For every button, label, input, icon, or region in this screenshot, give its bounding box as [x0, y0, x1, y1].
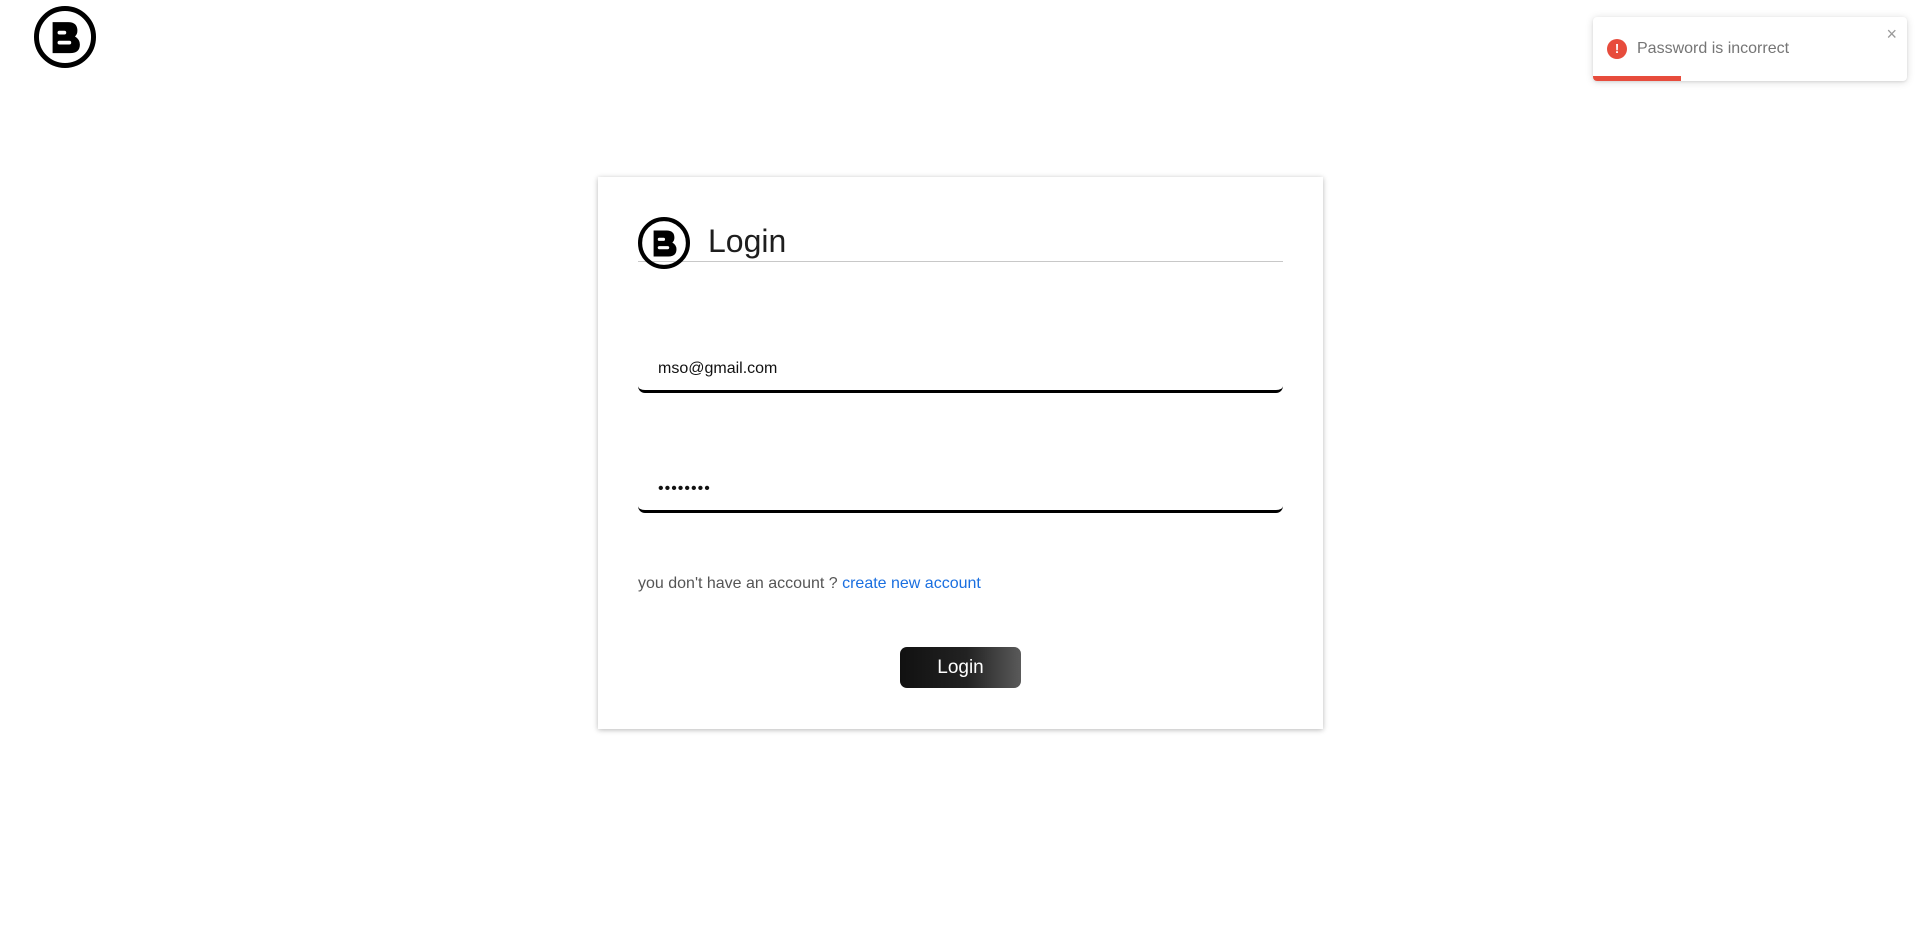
blogger-logo-icon: [34, 6, 96, 68]
page-title: Login: [708, 223, 787, 259]
blogger-logo-icon: [638, 217, 690, 269]
password-field[interactable]: [638, 467, 1283, 513]
email-field[interactable]: [638, 347, 1283, 393]
error-toast: ! Password is incorrect ×: [1593, 17, 1907, 81]
card-header: Login: [638, 217, 1283, 269]
signup-prompt: you don't have an account ?: [638, 575, 843, 592]
signup-row: you don't have an account ? create new a…: [638, 574, 981, 594]
toast-progress-bar: [1593, 76, 1907, 81]
create-account-link[interactable]: create new account: [842, 575, 981, 592]
toast-progress-fill: [1593, 76, 1681, 81]
close-icon[interactable]: ×: [1886, 25, 1897, 43]
toast-message: Password is incorrect: [1637, 40, 1790, 57]
login-button[interactable]: Login: [900, 647, 1021, 688]
login-card: Login you don't have an account ? create…: [598, 177, 1323, 729]
error-icon: !: [1607, 39, 1627, 59]
